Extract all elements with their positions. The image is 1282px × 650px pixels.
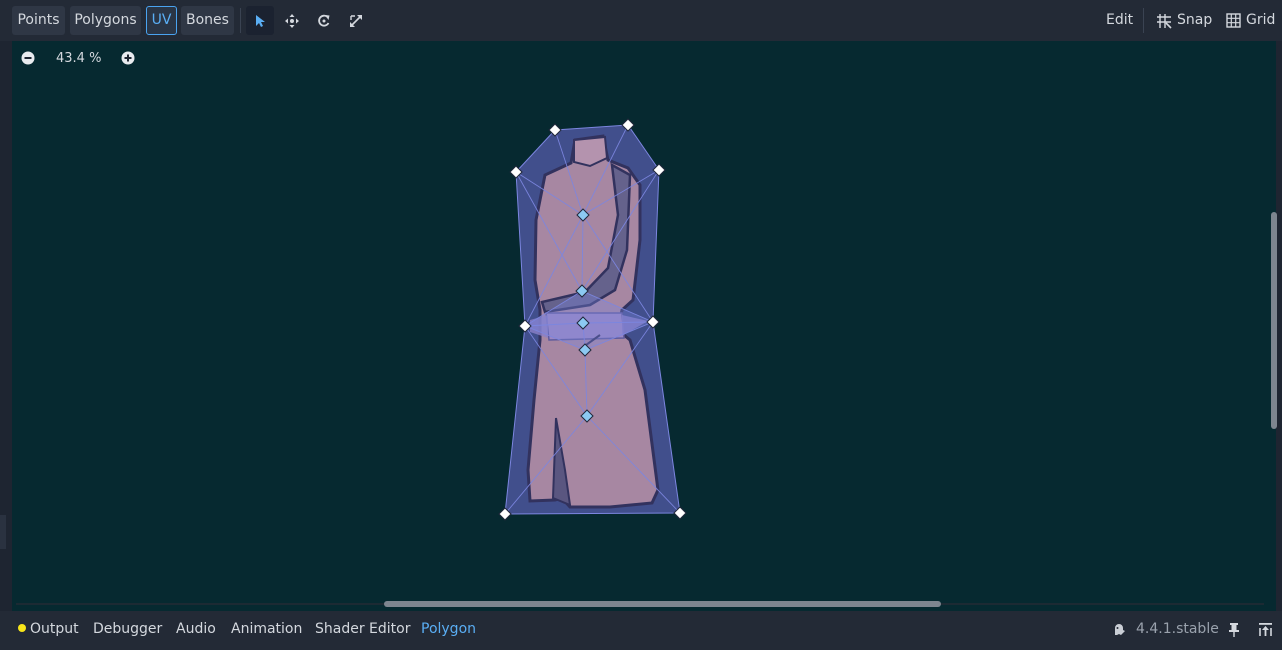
polygon-canvas[interactable] [0,0,1282,650]
tab-shader-editor[interactable]: Shader Editor [315,621,410,637]
horizontal-scrollbar[interactable] [384,601,941,607]
engine-version: 4.4.1.stable [1136,621,1219,637]
expand-up-icon [1259,623,1272,636]
tab-audio[interactable]: Audio [176,621,216,637]
bottom-panel-bar: Output Debugger Audio Animation Shader E… [0,611,1282,650]
tab-polygon[interactable]: Polygon [421,621,476,637]
expand-panel-button[interactable] [1258,622,1273,637]
tab-debugger[interactable]: Debugger [93,621,162,637]
update-spinner-button[interactable] [1111,622,1126,637]
tab-output[interactable]: Output [18,621,79,637]
godot-ghost-icon [1115,624,1125,635]
output-status-dot [18,624,26,632]
vertical-scrollbar[interactable] [1271,212,1277,429]
pin-icon [1229,623,1239,637]
tab-output-label: Output [30,621,79,637]
pin-panel-button[interactable] [1227,622,1241,637]
tab-animation[interactable]: Animation [231,621,302,637]
